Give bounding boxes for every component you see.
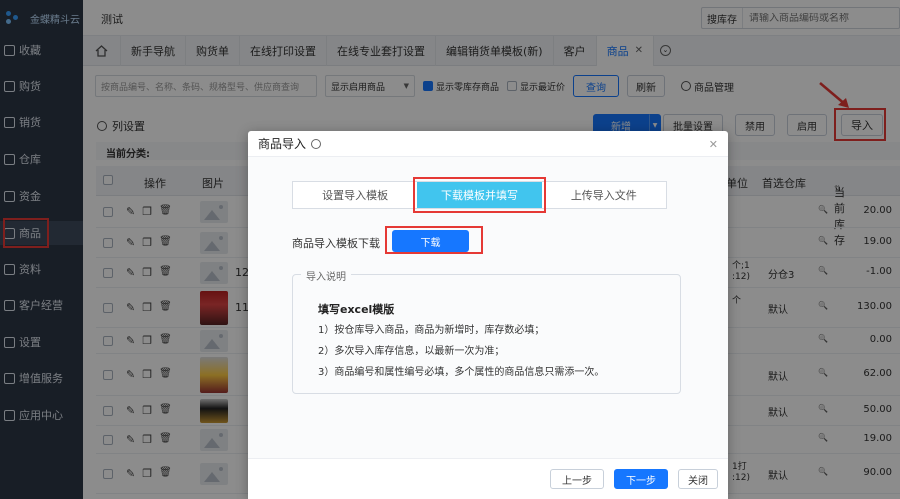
instructions-title: 导入说明 [301,268,351,283]
close-button[interactable]: 关闭 [678,469,718,489]
import-steps: 设置导入模板 下载模板并填写 上传导入文件 [292,177,667,213]
dialog-header: 商品导入 [248,131,728,157]
play-circle-icon[interactable] [311,138,322,149]
step-upload-file[interactable]: 上传导入文件 [542,182,666,208]
dialog-body: 设置导入模板 下载模板并填写 上传导入文件 商品导入模板下载 下载 导入说明 填… [248,157,728,458]
next-step-button[interactable]: 下一步 [614,469,668,489]
dialog-title: 商品导入 [258,137,307,151]
import-instructions: 导入说明 填写excel模版 1）按仓库导入商品，商品为新增时，库存数必填； 2… [292,268,681,394]
prev-step-button[interactable]: 上一步 [550,469,604,489]
instruction-line: 1）按仓库导入商品，商品为新增时，库存数必填； [318,325,545,336]
close-icon[interactable]: ✕ [709,138,718,151]
step-download-template[interactable]: 下载模板并填写 [413,177,546,213]
download-template-label: 商品导入模板下载 [292,237,380,250]
instruction-line: 2）多次导入库存信息，以最新一次为准； [318,346,505,357]
step-set-template[interactable]: 设置导入模板 [293,182,417,208]
instructions-heading: 填写excel模版 [318,303,395,316]
download-highlight-box [385,226,483,254]
goods-import-dialog: 商品导入 ✕ 设置导入模板 下载模板并填写 上传导入文件 商品导入模板下载 下载… [248,131,728,499]
dialog-footer: 上一步 下一步 关闭 [248,458,728,499]
step-highlight-box [413,177,546,213]
instruction-line: 3）商品编号和属性编号必填，多个属性的商品信息只需添一次。 [318,367,605,378]
